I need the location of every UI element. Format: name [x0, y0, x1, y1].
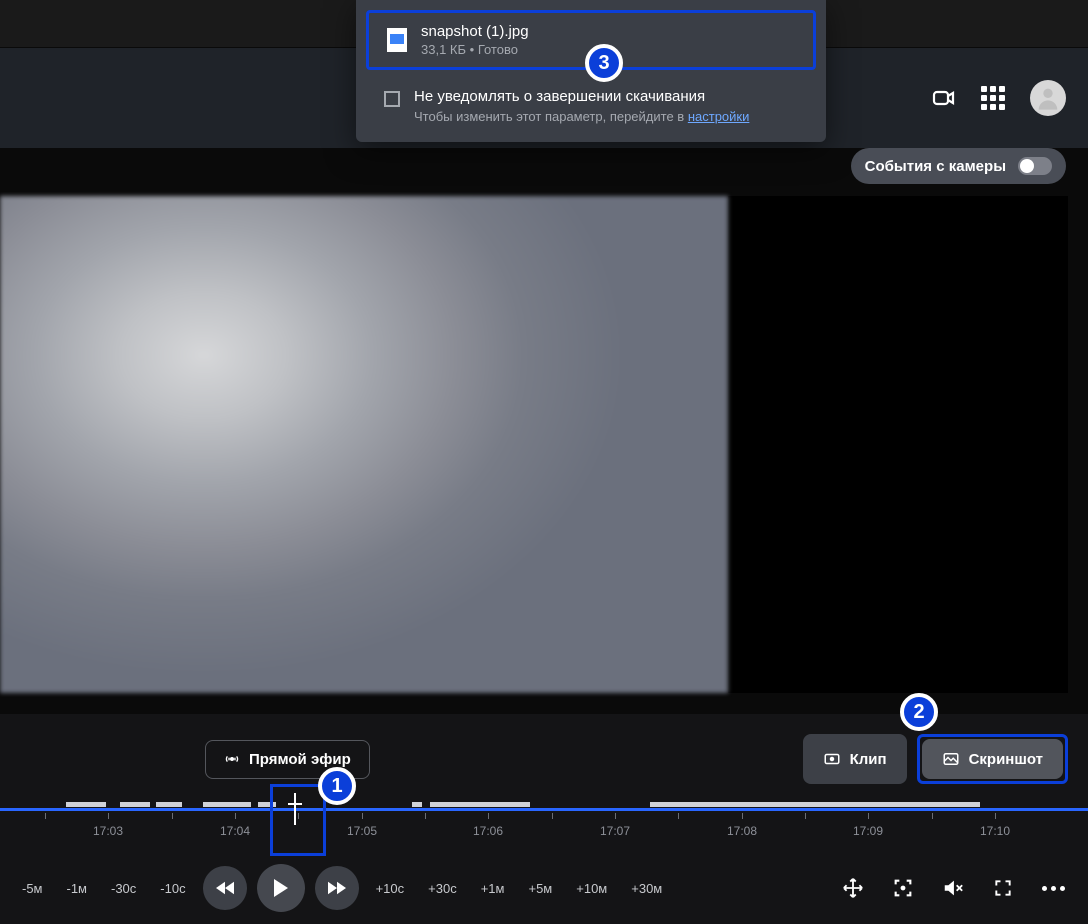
tick-label: 17:04 — [220, 824, 250, 838]
toggle-switch[interactable] — [1018, 157, 1052, 175]
rewind-button[interactable] — [203, 866, 247, 910]
notify-title: Не уведомлять о завершении скачивания — [414, 88, 798, 105]
video-main-view[interactable] — [0, 196, 728, 693]
skip-back-30s[interactable]: -30с — [101, 875, 146, 902]
skip-back-1m[interactable]: -1м — [57, 875, 98, 902]
timeline-cursor-highlight — [270, 784, 326, 856]
timeline-segments — [0, 802, 1088, 807]
skip-fwd-1m[interactable]: +1м — [471, 875, 515, 902]
skip-fwd-10m[interactable]: +10м — [566, 875, 617, 902]
tick-label: 17:07 — [600, 824, 630, 838]
video-controls: Прямой эфир Клип Скриншот — [0, 714, 1088, 924]
mute-icon[interactable] — [940, 875, 966, 901]
playback-row: -5м -1м -30с -10с +10с +30с +1м +5м +10м… — [0, 856, 1088, 920]
play-button[interactable] — [257, 864, 305, 912]
fullscreen-icon[interactable] — [990, 875, 1016, 901]
screenshot-button[interactable]: Скриншот — [922, 739, 1063, 779]
timeline-cursor[interactable] — [294, 793, 296, 825]
annotation-badge-2: 2 — [900, 693, 938, 731]
video-area — [0, 196, 1068, 693]
more-icon[interactable] — [1040, 875, 1066, 901]
camera-events-toggle[interactable]: События с камеры — [851, 148, 1066, 184]
avatar[interactable] — [1030, 80, 1066, 116]
skip-fwd-30s[interactable]: +30с — [418, 875, 467, 902]
skip-fwd-10s[interactable]: +10с — [366, 875, 415, 902]
tick-label: 17:10 — [980, 824, 1010, 838]
events-label: События с камеры — [865, 158, 1006, 175]
fastforward-button[interactable] — [315, 866, 359, 910]
file-icon — [387, 28, 407, 52]
clip-button[interactable]: Клип — [803, 734, 907, 784]
annotation-badge-3: 3 — [585, 44, 623, 82]
timeline-progress — [0, 808, 1088, 811]
apps-grid-icon[interactable] — [981, 86, 1005, 110]
download-notification-row: Не уведомлять о завершении скачивания Чт… — [356, 76, 826, 132]
skip-fwd-30m[interactable]: +30м — [621, 875, 672, 902]
tick-label: 17:05 — [347, 824, 377, 838]
focus-icon[interactable] — [890, 875, 916, 901]
download-filename: snapshot (1).jpg — [421, 23, 795, 40]
skip-back-10s[interactable]: -10с — [150, 875, 195, 902]
timeline-ticks: 17:03 17:04 17:05 17:06 17:07 17:08 17:0… — [0, 821, 1088, 851]
video-side-view[interactable] — [728, 196, 1068, 693]
tick-label: 17:03 — [93, 824, 123, 838]
move-icon[interactable] — [840, 875, 866, 901]
settings-link[interactable]: настройки — [688, 109, 750, 124]
tick-label: 17:09 — [853, 824, 883, 838]
notify-subtitle: Чтобы изменить этот параметр, перейдите … — [414, 109, 798, 124]
skip-back-5m[interactable]: -5м — [12, 875, 53, 902]
camera-icon[interactable] — [932, 86, 956, 110]
annotation-badge-1: 1 — [318, 767, 356, 805]
tick-label: 17:06 — [473, 824, 503, 838]
tick-label: 17:08 — [727, 824, 757, 838]
notify-checkbox[interactable] — [384, 91, 400, 107]
timeline[interactable]: 17:03 17:04 17:05 17:06 17:07 17:08 17:0… — [0, 796, 1088, 856]
skip-fwd-5m[interactable]: +5м — [518, 875, 562, 902]
